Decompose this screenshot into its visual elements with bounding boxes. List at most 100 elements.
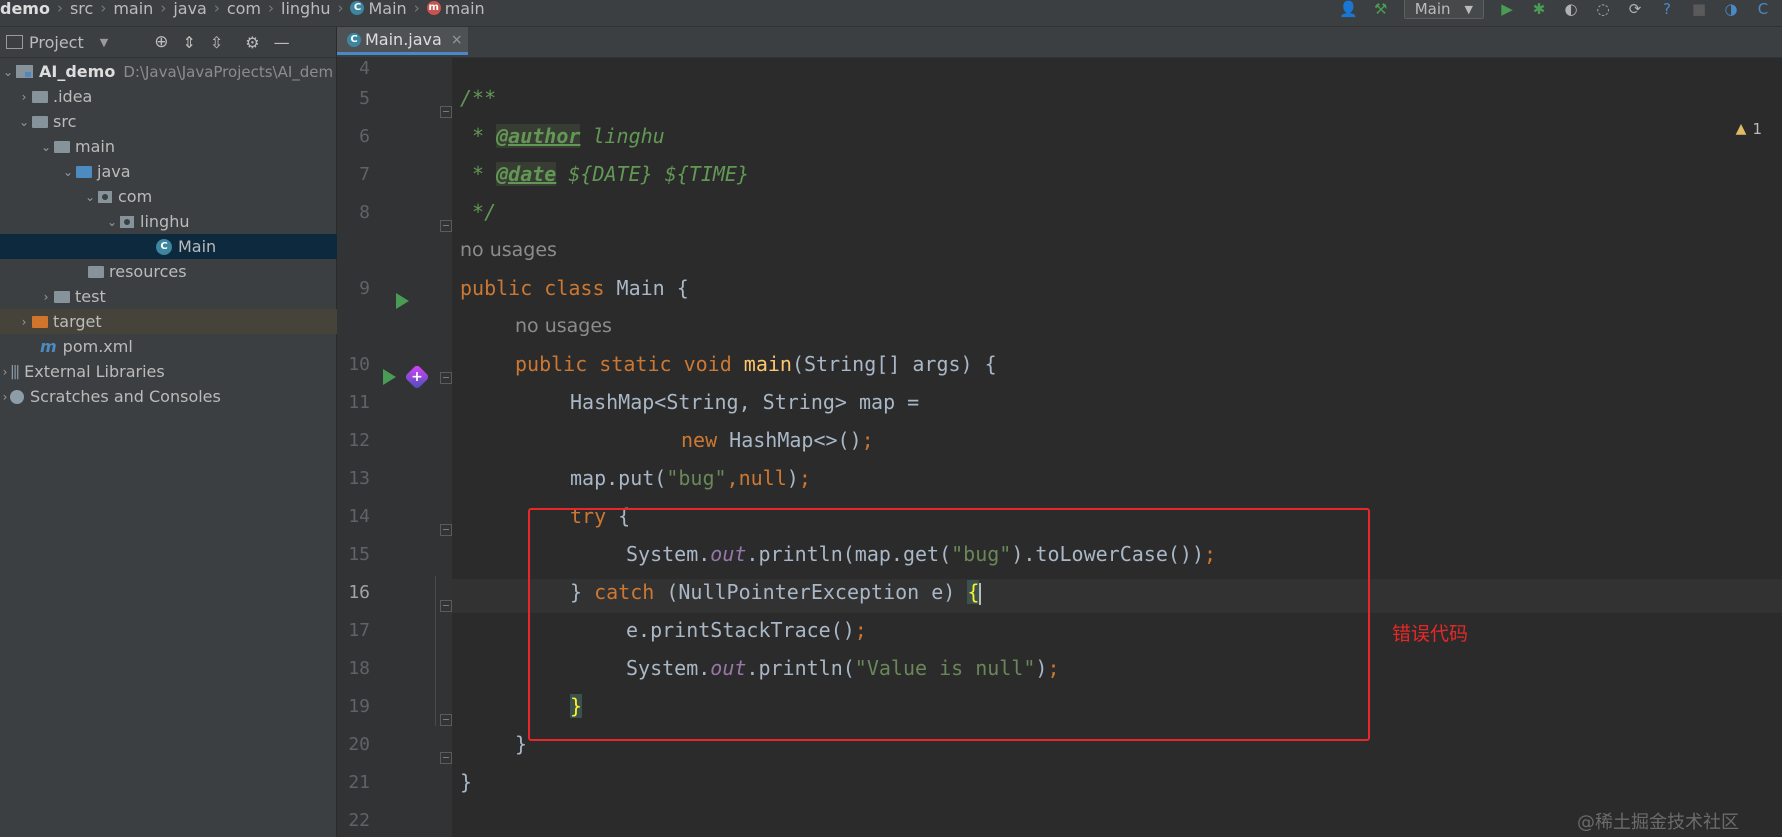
- coverage-icon[interactable]: ◐: [1562, 0, 1580, 18]
- project-view-selector[interactable]: Project: [29, 33, 84, 52]
- code-line-5: /**: [460, 86, 496, 110]
- run-main-icon[interactable]: [383, 369, 396, 385]
- update-icon[interactable]: ◑: [1722, 0, 1740, 18]
- class-icon: C: [350, 1, 365, 15]
- chevron-right-icon[interactable]: ›: [16, 315, 32, 329]
- build-hammer-icon[interactable]: ⚒: [1372, 0, 1390, 18]
- code-line-20: }: [515, 732, 527, 756]
- usages-hint[interactable]: no usages: [460, 239, 557, 261]
- doc-comment: *: [460, 124, 497, 148]
- chevron-down-icon[interactable]: ⌄: [60, 165, 76, 179]
- line-number[interactable]: 12: [337, 430, 370, 451]
- tab-main-java[interactable]: C Main.java ×: [337, 27, 468, 55]
- chevron-down-icon[interactable]: ⌄: [38, 140, 54, 154]
- breadcrumb-item-src[interactable]: src: [70, 0, 93, 18]
- chevron-down-icon[interactable]: ⌄: [16, 115, 32, 129]
- chevron-down-icon: ▼: [1464, 2, 1473, 16]
- line-number[interactable]: 21: [337, 772, 370, 793]
- help-icon[interactable]: ?: [1658, 0, 1676, 18]
- tree-item-main[interactable]: ⌄ main: [0, 134, 374, 159]
- tree-item-label: com: [118, 187, 153, 206]
- line-number[interactable]: 11: [337, 392, 370, 413]
- gear-icon[interactable]: ⚙: [245, 33, 259, 52]
- fold-guide: [435, 576, 436, 726]
- line-number[interactable]: 8: [337, 202, 370, 223]
- chevron-down-icon[interactable]: ⌄: [82, 190, 98, 204]
- line-number[interactable]: 4: [337, 58, 370, 79]
- doc-comment: */: [460, 200, 497, 224]
- close-icon[interactable]: ×: [451, 32, 463, 48]
- breadcrumb-item-method[interactable]: main: [445, 0, 485, 18]
- line-number[interactable]: 14: [337, 506, 370, 527]
- line-number[interactable]: 13: [337, 468, 370, 489]
- comma: ,: [726, 466, 739, 490]
- collapse-all-icon[interactable]: ⇳: [210, 33, 223, 52]
- package-icon: [98, 190, 112, 203]
- ai-assistant-icon[interactable]: +: [404, 364, 430, 390]
- run-configuration-select[interactable]: Main ▼: [1403, 0, 1484, 19]
- fold-icon[interactable]: [440, 372, 452, 384]
- inspection-widget[interactable]: ▲ 1: [1736, 120, 1762, 138]
- tree-item-scratches[interactable]: › Scratches and Consoles: [0, 384, 336, 409]
- line-number[interactable]: 10: [337, 354, 370, 375]
- tree-item-ai-demo[interactable]: ⌄ AI_demo D:\Java\JavaProjects\AI_dem: [0, 59, 336, 84]
- line-number-current[interactable]: 16: [337, 582, 370, 603]
- tab-label: Main.java: [365, 30, 442, 49]
- user-icon[interactable]: 👤: [1339, 0, 1358, 18]
- tree-item-label: test: [75, 287, 106, 306]
- tree-item-external-libraries[interactable]: › ||| External Libraries: [0, 359, 336, 384]
- expand-all-icon[interactable]: ⇕: [182, 33, 195, 52]
- debug-icon[interactable]: ✱: [1530, 0, 1548, 18]
- tree-item-label: pom.xml: [62, 337, 133, 356]
- tree-item-label: java: [97, 162, 131, 181]
- chevron-right-icon[interactable]: ›: [0, 390, 10, 404]
- code-line-6: * @author linghu: [460, 124, 665, 148]
- toolbar: 👤 ⚒ Main ▼ ▶ ✱ ◐ ◌ ⟳ ? ■ ◑ C: [1339, 0, 1772, 19]
- breadcrumb-item-com[interactable]: com: [227, 0, 261, 18]
- run-class-icon[interactable]: [396, 293, 409, 309]
- stop-icon[interactable]: ■: [1690, 0, 1708, 18]
- chevron-right-icon[interactable]: ›: [0, 365, 10, 379]
- line-number[interactable]: 17: [337, 620, 370, 641]
- tree-item-test[interactable]: › test: [0, 284, 374, 309]
- line-number[interactable]: 7: [337, 164, 370, 185]
- fold-icon[interactable]: [440, 600, 452, 612]
- chevron-right-icon[interactable]: ›: [16, 90, 32, 104]
- breadcrumb-item-demo[interactable]: demo: [0, 0, 50, 18]
- keyword: new: [681, 428, 718, 452]
- line-number[interactable]: 18: [337, 658, 370, 679]
- chevron-down-icon[interactable]: ▼: [100, 36, 108, 49]
- tree-item-pom[interactable]: m pom.xml: [0, 334, 376, 359]
- breadcrumb-item-linghu[interactable]: linghu: [281, 0, 330, 18]
- line-number[interactable]: 5: [337, 88, 370, 109]
- line-number[interactable]: 15: [337, 544, 370, 565]
- line-number[interactable]: 9: [337, 278, 370, 299]
- hide-panel-icon[interactable]: —: [274, 33, 290, 52]
- fold-icon[interactable]: [440, 220, 452, 232]
- line-number[interactable]: 20: [337, 734, 370, 755]
- tree-item-src[interactable]: ⌄ src: [0, 109, 352, 134]
- breadcrumb-item-java[interactable]: java: [173, 0, 207, 18]
- tree-item-idea[interactable]: › .idea: [0, 84, 352, 109]
- tree-item-target[interactable]: › target: [0, 309, 352, 334]
- warning-icon: ▲: [1735, 121, 1747, 137]
- fold-icon[interactable]: [440, 524, 452, 536]
- usages-hint[interactable]: no usages: [515, 315, 612, 337]
- profile-icon[interactable]: ◌: [1594, 0, 1612, 18]
- chevron-down-icon[interactable]: ⌄: [0, 65, 16, 79]
- tree-item-label: .idea: [53, 87, 93, 106]
- line-number[interactable]: 6: [337, 126, 370, 147]
- ide-logo-icon[interactable]: C: [1754, 0, 1772, 18]
- fold-icon[interactable]: [440, 714, 452, 726]
- fold-icon[interactable]: [440, 106, 452, 118]
- attach-icon[interactable]: ⟳: [1626, 0, 1644, 18]
- fold-icon[interactable]: [440, 752, 452, 764]
- chevron-right-icon[interactable]: ›: [38, 290, 54, 304]
- line-number[interactable]: 22: [337, 810, 370, 831]
- locate-icon[interactable]: ⊕: [154, 32, 168, 52]
- chevron-down-icon[interactable]: ⌄: [104, 215, 120, 229]
- line-number[interactable]: 19: [337, 696, 370, 717]
- breadcrumb-item-class[interactable]: Main: [368, 0, 406, 18]
- breadcrumb-item-main[interactable]: main: [113, 0, 153, 18]
- run-icon[interactable]: ▶: [1498, 0, 1516, 18]
